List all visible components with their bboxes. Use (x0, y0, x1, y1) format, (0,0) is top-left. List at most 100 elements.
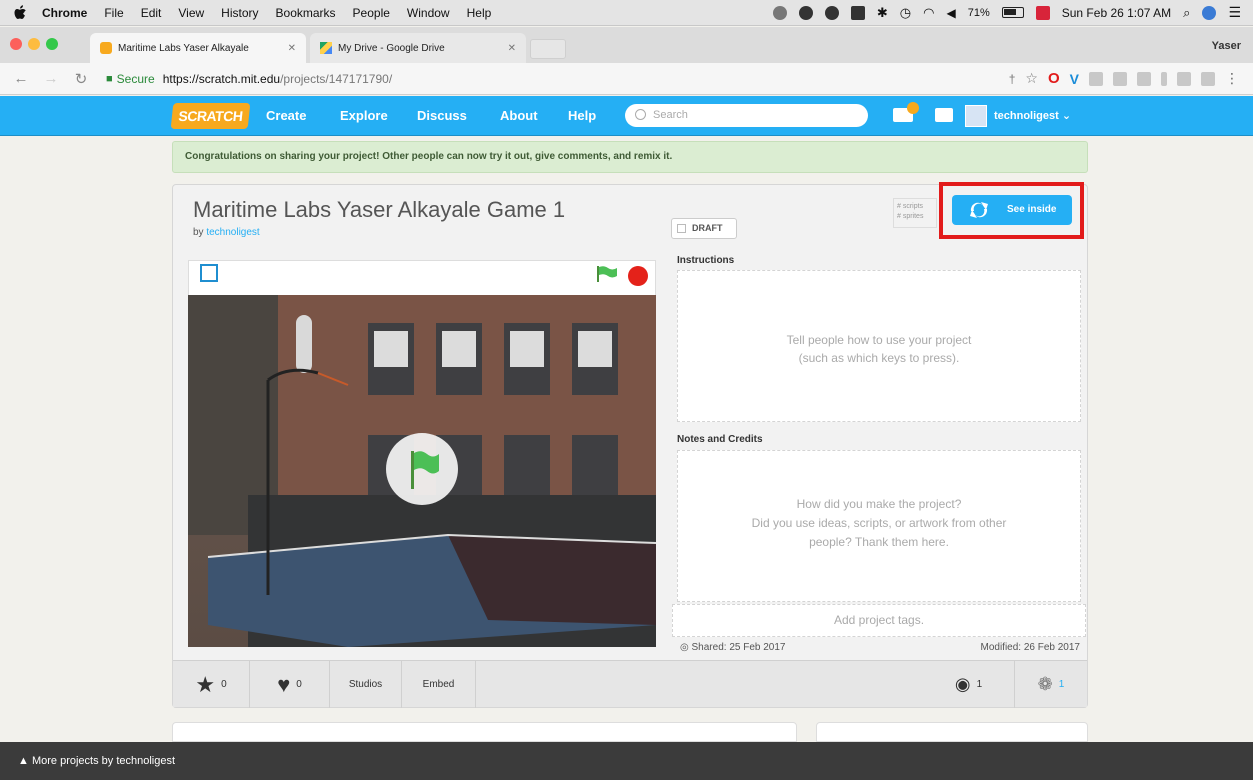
battery-percent: 71% (967, 6, 990, 19)
my-stuff-icon[interactable] (935, 108, 953, 122)
back-icon[interactable]: ← (12, 70, 30, 87)
extension-icon-4[interactable] (1161, 71, 1167, 86)
wifi-icon[interactable]: ◠ (923, 5, 934, 21)
instructions-label: Instructions (677, 255, 735, 266)
close-tab-icon[interactable]: ✕ (508, 43, 516, 54)
nav-about[interactable]: About (500, 108, 538, 123)
close-tab-icon[interactable]: ✕ (288, 43, 296, 54)
minimize-window-button[interactable] (28, 38, 40, 50)
studios-button[interactable]: Studios (330, 661, 402, 708)
url-path[interactable]: /projects/147171790/ (280, 72, 392, 86)
menu-edit[interactable]: Edit (141, 6, 162, 20)
vimeo-extension-icon[interactable]: V (1070, 71, 1079, 87)
tab-google-drive[interactable]: My Drive - Google Drive ✕ (310, 33, 526, 63)
nav-help[interactable]: Help (568, 108, 596, 123)
new-tab-button[interactable] (530, 39, 566, 59)
scratch-favicon-icon (100, 42, 112, 54)
menu-help[interactable]: Help (467, 6, 492, 20)
nav-explore[interactable]: Explore (340, 108, 388, 123)
siri-icon[interactable] (1202, 5, 1217, 20)
close-window-button[interactable] (10, 38, 22, 50)
scratch-logo[interactable]: SCRATCH (170, 103, 251, 129)
notes-textarea[interactable]: How did you make the project? Did you us… (677, 450, 1081, 602)
bookmark-star-icon[interactable]: ☆ (1025, 70, 1038, 87)
nav-create[interactable]: Create (266, 108, 306, 123)
spotlight-icon[interactable]: ⌕ (1183, 5, 1190, 21)
zoom-window-button[interactable] (46, 38, 58, 50)
author-link[interactable]: technoligest (206, 227, 259, 238)
views-count: 1 (976, 679, 983, 690)
menu-file[interactable]: File (104, 6, 123, 20)
remix-tree-button[interactable]: ❁ 1 (1015, 661, 1087, 708)
chrome-menu-icon[interactable]: ⋮ (1225, 70, 1239, 87)
reload-icon[interactable]: ↻ (72, 70, 90, 88)
project-action-bar: ★ 0 ♥ 0 Studios Embed ◉ 1 ❁ 1 (173, 660, 1087, 708)
green-flag-icon[interactable] (596, 266, 618, 282)
tab-scratch-project[interactable]: Maritime Labs Yaser Alkayale ✕ (90, 33, 306, 63)
add-tags-input[interactable]: Add project tags. (672, 604, 1086, 637)
menu-window[interactable]: Window (407, 6, 450, 20)
embed-label: Embed (422, 679, 455, 690)
volume-icon[interactable]: ◀ (946, 6, 955, 20)
status-icon-red[interactable] (1035, 5, 1050, 20)
menu-people[interactable]: People (353, 6, 390, 20)
start-overlay-button[interactable] (386, 433, 458, 505)
status-icon-4[interactable] (850, 5, 865, 20)
studios-section-top (816, 722, 1088, 742)
status-icon-3[interactable] (824, 5, 839, 20)
opera-extension-icon[interactable]: O (1048, 70, 1060, 87)
clock[interactable]: Sun Feb 26 1:07 AM (1062, 6, 1171, 20)
extension-icon-3[interactable] (1137, 71, 1151, 86)
extension-icon-6[interactable] (1201, 71, 1215, 86)
time-machine-icon[interactable]: ◷ (900, 5, 911, 21)
love-button[interactable]: ♥ 0 (250, 661, 330, 708)
battery-icon[interactable] (1001, 7, 1024, 18)
tab-title: My Drive - Google Drive (338, 42, 445, 54)
key-icon[interactable]: † (1009, 72, 1016, 86)
scripts-count: # scripts (897, 203, 924, 210)
project-dates: ◎ Shared: 25 Feb 2017 Modified: 26 Feb 2… (672, 640, 1086, 658)
mac-menu-bar: Chrome File Edit View History Bookmarks … (0, 0, 1253, 26)
comments-section-top (172, 722, 797, 742)
draft-toggle[interactable]: DRAFT (671, 218, 737, 239)
shared-date: ◎ Shared: 25 Feb 2017 (680, 642, 786, 653)
modified-date: Modified: 26 Feb 2017 (980, 642, 1080, 653)
user-avatar[interactable] (965, 105, 987, 127)
status-icon-2[interactable] (798, 5, 813, 20)
extension-icon-2[interactable] (1113, 71, 1127, 86)
embed-button[interactable]: Embed (402, 661, 476, 708)
favorite-button[interactable]: ★ 0 (173, 661, 250, 708)
extension-icon-1[interactable] (1089, 71, 1103, 86)
by-prefix: by (193, 227, 204, 238)
menu-bookmarks[interactable]: Bookmarks (276, 6, 336, 20)
project-title[interactable]: Maritime Labs Yaser Alkayale Game 1 (193, 197, 565, 223)
sprites-count: # sprites (897, 213, 924, 220)
stop-sign-icon[interactable] (628, 266, 648, 286)
status-icon-1[interactable] (772, 5, 787, 20)
menu-view[interactable]: View (178, 6, 204, 20)
apple-icon[interactable] (14, 4, 28, 21)
url-host[interactable]: https://scratch.mit.edu (163, 72, 280, 86)
extension-icon-5[interactable] (1177, 71, 1191, 86)
draft-checkbox[interactable] (677, 224, 686, 233)
chrome-profile-name[interactable]: Yaser (1212, 40, 1241, 52)
forward-icon[interactable]: → (42, 70, 60, 87)
nav-discuss[interactable]: Discuss (417, 108, 467, 123)
lock-icon[interactable]: ■ (106, 73, 113, 85)
search-input[interactable]: Search (625, 104, 868, 127)
instructions-textarea[interactable]: Tell people how to use your project (suc… (677, 270, 1081, 422)
big-green-flag-icon (411, 451, 439, 489)
username-menu[interactable]: technoligest ⌄ (994, 109, 1071, 122)
more-projects-bar[interactable]: ▲ More projects by technoligest (0, 742, 1253, 780)
favorite-count: 0 (221, 679, 227, 690)
menu-app-chrome[interactable]: Chrome (42, 6, 87, 20)
menu-history[interactable]: History (221, 6, 258, 20)
notification-center-icon[interactable]: ☰ (1228, 4, 1241, 21)
secure-label[interactable]: Secure (117, 72, 155, 86)
views-counter: ◉ 1 (923, 661, 1015, 708)
fullscreen-icon[interactable] (200, 264, 218, 282)
shared-date-text: Shared: 25 Feb 2017 (691, 642, 786, 653)
highlight-annotation-box (939, 182, 1084, 239)
love-count: 0 (296, 679, 302, 690)
bluetooth-icon[interactable]: ✱ (877, 5, 888, 21)
